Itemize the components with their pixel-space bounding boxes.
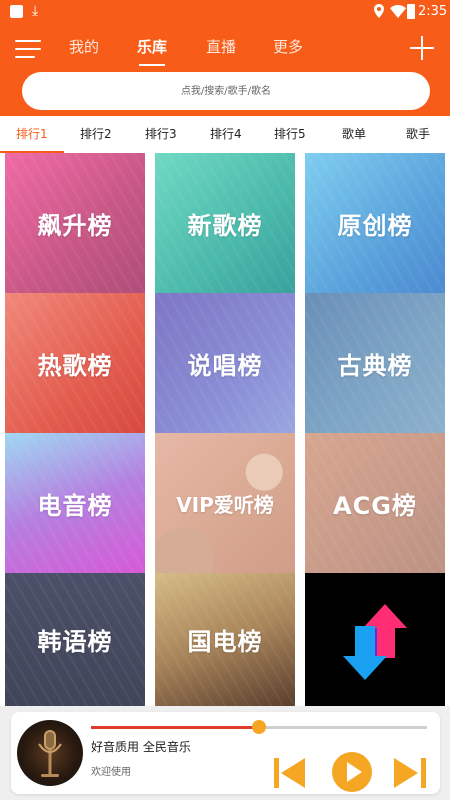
app-header: 我的 乐库 直播 更多 <box>0 24 450 116</box>
chart-tile-label: 说唱榜 <box>187 351 263 380</box>
progress-bar[interactable] <box>91 720 427 734</box>
chart-tile-hot-songs[interactable]: 热歌榜 <box>5 293 145 433</box>
chart-tile-label: ACG榜 <box>333 491 417 520</box>
progress-thumb[interactable] <box>252 720 266 734</box>
microphone-icon <box>38 730 62 777</box>
chart-tile-soaring[interactable]: 飙升榜 <box>5 153 145 293</box>
search-bar[interactable] <box>22 72 430 110</box>
tab-more[interactable]: 更多 <box>273 36 303 58</box>
chart-tile-label: 古典榜 <box>337 351 413 380</box>
chart-tile-electronic[interactable]: 电音榜 <box>5 433 145 573</box>
tab-library[interactable]: 乐库 <box>137 36 167 58</box>
chart-tile-label: 电音榜 <box>37 491 113 520</box>
location-icon <box>374 4 384 18</box>
search-input[interactable] <box>22 72 430 110</box>
add-icon[interactable] <box>408 34 436 62</box>
category-tab-playlists[interactable]: 歌单 <box>342 126 366 142</box>
chart-tile-label: 新歌榜 <box>187 211 263 240</box>
category-tab-rank4[interactable]: 排行4 <box>210 126 242 142</box>
category-tabs: 排行1 排行2 排行3 排行4 排行5 歌单 歌手 <box>0 116 450 153</box>
chart-grid: 飙升榜 新歌榜 原创榜 热歌榜 说唱榜 古典榜 电音榜 VIP爱听榜 ACG榜 … <box>0 153 450 706</box>
chart-tile-rap[interactable]: 说唱榜 <box>155 293 295 433</box>
next-track-icon[interactable] <box>394 758 426 788</box>
chart-tile-label: VIP爱听榜 <box>176 492 274 517</box>
menu-icon[interactable] <box>15 38 43 60</box>
category-tab-rank1[interactable]: 排行1 <box>16 126 48 142</box>
tab-live[interactable]: 直播 <box>206 36 236 58</box>
category-tab-rank2[interactable]: 排行2 <box>80 126 112 142</box>
tab-mine[interactable]: 我的 <box>69 36 99 58</box>
mini-player: 好音质用 全民音乐 欢迎使用 <box>0 706 450 800</box>
status-bar: ⤓ 2:35 <box>0 0 450 24</box>
chart-tile-vip[interactable]: VIP爱听榜 <box>155 433 295 573</box>
chart-tile-arrows[interactable] <box>305 573 445 706</box>
chart-tile-original[interactable]: 原创榜 <box>305 153 445 293</box>
active-tab-indicator <box>139 64 165 66</box>
chart-tile-label: 韩语榜 <box>37 628 113 656</box>
previous-track-icon[interactable] <box>274 758 306 788</box>
category-tab-singers[interactable]: 歌手 <box>406 126 430 142</box>
chart-tile-korean[interactable]: 韩语榜 <box>5 573 145 706</box>
battery-icon <box>407 4 415 19</box>
chart-tile-label: 飙升榜 <box>37 211 113 240</box>
play-icon[interactable] <box>332 752 372 792</box>
chart-tile-label: 原创榜 <box>337 211 413 240</box>
player-card[interactable]: 好音质用 全民音乐 欢迎使用 <box>11 712 440 794</box>
song-subtitle: 欢迎使用 <box>91 767 131 778</box>
song-title: 好音质用 全民音乐 <box>91 740 191 754</box>
chart-tile-national-electronic[interactable]: 国电榜 <box>155 573 295 706</box>
chart-tile-classical[interactable]: 古典榜 <box>305 293 445 433</box>
album-cover[interactable] <box>17 720 83 786</box>
wifi-icon <box>390 5 406 18</box>
clock: 2:35 <box>418 4 448 19</box>
category-tab-rank5[interactable]: 排行5 <box>274 126 306 142</box>
app-root: ⤓ 2:35 我的 乐库 直播 更多 排行1 排行2 排行3 排行4 排行5 歌… <box>0 0 450 800</box>
progress-fill <box>91 726 259 729</box>
chart-tile-label: 热歌榜 <box>37 351 113 380</box>
notification-icon <box>10 5 23 18</box>
category-tab-rank3[interactable]: 排行3 <box>145 126 177 142</box>
up-down-arrows-icon <box>343 603 407 680</box>
chart-tile-acg[interactable]: ACG榜 <box>305 433 445 573</box>
chart-tile-new-songs[interactable]: 新歌榜 <box>155 153 295 293</box>
download-icon: ⤓ <box>32 3 39 19</box>
chart-tile-label: 国电榜 <box>187 628 263 656</box>
